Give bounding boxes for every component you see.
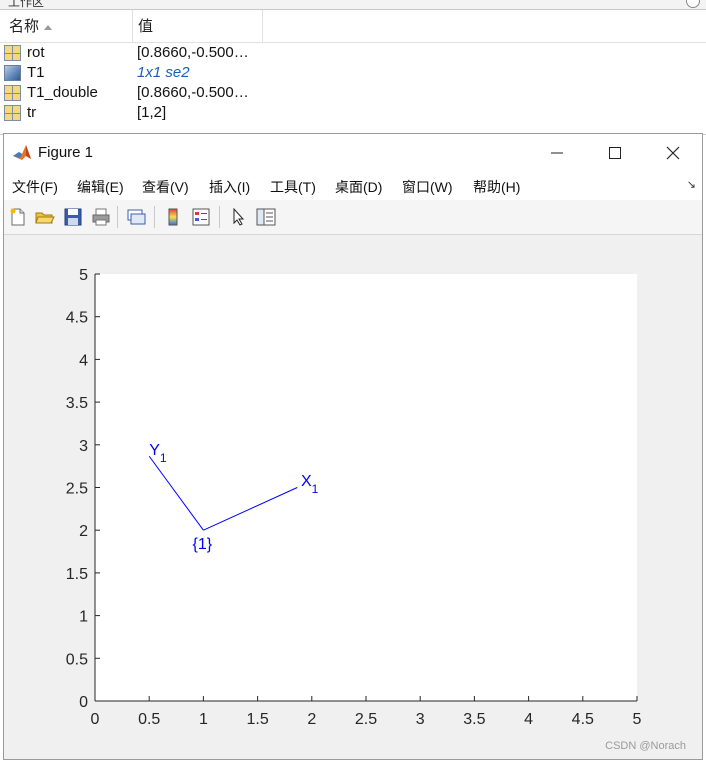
x-tick-label: 0	[91, 711, 100, 728]
workspace-title: 工作区	[8, 0, 45, 9]
y-tick-label: 2	[79, 523, 88, 540]
variable-value: [0.8660,-0.500…	[137, 84, 249, 101]
x-tick-label: 4	[524, 711, 533, 728]
x-tick-label: 3.5	[463, 711, 485, 728]
matrix-icon	[4, 105, 21, 121]
x-tick-label: 3	[416, 711, 425, 728]
workspace-table-header: 名称 值	[0, 10, 706, 43]
y-tick-label: 2.5	[66, 481, 88, 498]
x-tick-label: 1	[199, 711, 208, 728]
y-tick-label: 5	[79, 267, 88, 284]
variable-name: tr	[27, 104, 37, 121]
variable-value: 1x1 se2	[137, 64, 190, 81]
y-tick-label: 3.5	[66, 395, 88, 412]
y-tick-label: 1	[79, 609, 88, 626]
y-tick-label: 0.5	[66, 651, 88, 668]
y-tick-label: 1.5	[66, 566, 88, 583]
help-icon[interactable]	[686, 0, 700, 8]
x-tick-label: 2	[307, 711, 316, 728]
workspace-panel: 工作区 名称 值 rot [0.8660,-0.500… T1 1x1 se2 …	[0, 0, 706, 135]
frame-label-subscript: 1	[312, 482, 319, 496]
y-tick-label: 3	[79, 438, 88, 455]
frame-label-subscript: 1	[160, 451, 167, 465]
x-tick-label: 4.5	[572, 711, 594, 728]
column-header-value[interactable]: 值	[133, 10, 263, 42]
variable-name: rot	[27, 44, 45, 61]
variable-name: T1_double	[27, 84, 98, 101]
sort-ascending-icon	[44, 24, 53, 30]
variable-name: T1	[27, 64, 45, 81]
workspace-variable-row[interactable]: T1_double [0.8660,-0.500…	[0, 83, 706, 103]
x-tick-label: 2.5	[355, 711, 377, 728]
y-tick-label: 4	[79, 352, 88, 369]
column-header-name[interactable]: 名称	[0, 10, 133, 42]
x-tick-label: 1.5	[246, 711, 268, 728]
variable-value: [1,2]	[137, 104, 167, 121]
workspace-title-bar: 工作区	[0, 0, 706, 10]
column-header-value-label: 值	[138, 18, 154, 35]
axes-background[interactable]	[95, 274, 637, 701]
x-tick-label: 5	[633, 711, 642, 728]
matrix-icon	[4, 45, 21, 61]
workspace-variable-row[interactable]: T1 1x1 se2	[0, 63, 706, 83]
x-tick-label: 0.5	[138, 711, 160, 728]
object-icon	[4, 65, 21, 81]
plot-canvas: 0 0.5 1 1.5 2 2.5 3 3.5 4 4.5 5 0 0.5 1 1.5 2 2.5 3 3.5 4 4…	[66, 267, 642, 728]
workspace-variable-row[interactable]: tr [1,2]	[0, 103, 706, 123]
figure-window: Figure 1 文件(F) 编辑(E) 查看(V) 插入(I) 工具(T) 桌…	[3, 133, 703, 760]
y-tick-label: 0	[79, 694, 88, 711]
workspace-variable-row[interactable]: rot [0.8660,-0.500…	[0, 43, 706, 63]
matrix-icon	[4, 85, 21, 101]
column-header-name-label: 名称	[9, 18, 40, 35]
watermark: CSDN @Norach	[605, 740, 686, 752]
y-tick-label: 4.5	[66, 310, 88, 327]
variable-value: [0.8660,-0.500…	[137, 44, 249, 61]
frame-label: {1}	[193, 536, 213, 553]
